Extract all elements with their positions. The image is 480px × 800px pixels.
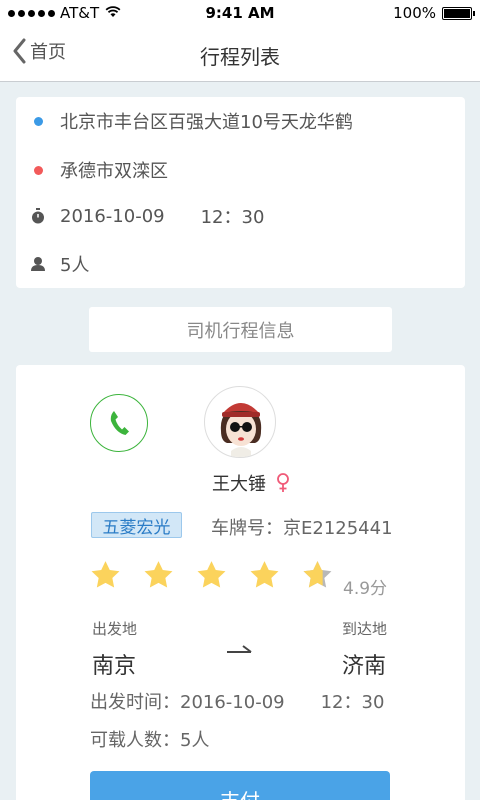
car-model-badge: 五菱宏光 (91, 512, 182, 538)
from-city: 南京 (92, 654, 137, 679)
page-title: 行程列表 (200, 45, 280, 69)
to-label: 到达地 (342, 620, 388, 638)
star-icon (91, 561, 120, 588)
origin-dot-icon (33, 116, 43, 126)
to-city: 济南 (342, 654, 387, 679)
status-bar: AT&T 9:41 AM 100% (0, 0, 480, 26)
star-icon (250, 561, 279, 588)
stopwatch-icon (32, 208, 44, 224)
pay-button[interactable]: 支付 (90, 771, 390, 800)
capacity-info: 可载人数：5人 (90, 730, 210, 751)
origin-row: 北京市丰台区百强大道10号天龙华鹤 (16, 106, 465, 136)
driver-avatar[interactable] (204, 386, 276, 458)
battery-percent: 100% (393, 4, 436, 22)
star-icon (144, 561, 173, 588)
phone-icon (110, 411, 129, 435)
origin-address: 北京市丰台区百强大道10号天龙华鹤 (60, 112, 353, 133)
rating-stars (90, 560, 333, 590)
destination-dot-icon (33, 165, 43, 175)
driver-name-row: 王大锤 (212, 470, 290, 496)
destination-address: 承德市双滦区 (60, 161, 168, 182)
driver-trip-info-tab[interactable]: 司机行程信息 (89, 307, 392, 352)
driver-name: 王大锤 (212, 474, 266, 495)
passengers-row: 5人 (16, 249, 465, 279)
license-plate: 车牌号：京E2125441 (211, 518, 393, 539)
route-arrow-icon (226, 643, 254, 662)
star-icon (197, 561, 226, 588)
female-icon (276, 473, 290, 493)
call-driver-button[interactable] (90, 394, 148, 452)
rating-score: 4.9分 (343, 579, 388, 599)
datetime-row: 2016-10-09 12：30 (16, 201, 465, 231)
passenger-count: 5人 (60, 255, 90, 276)
person-icon (31, 257, 45, 271)
from-label: 出发地 (92, 620, 138, 638)
trip-summary-card: 北京市丰台区百强大道10号天龙华鹤 承德市双滦区 2016-10-09 12：3… (16, 97, 465, 288)
departure-date: 出发时间：2016-10-09 (90, 692, 285, 713)
battery-icon (442, 6, 475, 20)
trip-date: 2016-10-09 (60, 205, 165, 227)
nav-bar: 首页 行程列表 (0, 26, 480, 82)
destination-row: 承德市双滦区 (16, 155, 465, 185)
battery-info: 100% (393, 4, 475, 22)
departure-row: 出发时间：2016-10-09 12：30 (90, 688, 384, 714)
half-star-icon (303, 561, 332, 588)
trip-time: 12：30 (200, 207, 265, 228)
departure-time: 12：30 (320, 692, 385, 713)
